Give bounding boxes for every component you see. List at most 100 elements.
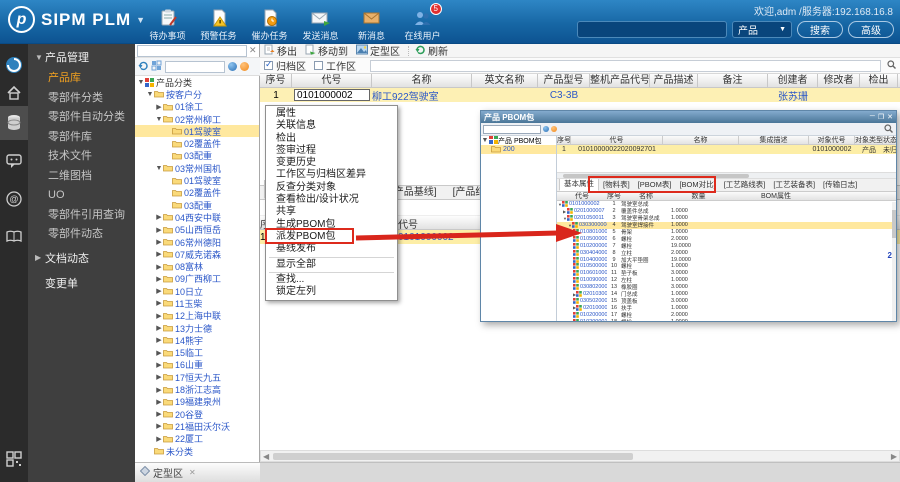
bom-row[interactable]: 01040000009加大平垫圈19.0000: [557, 256, 896, 264]
cell-model[interactable]: C3-3B: [538, 90, 590, 101]
tree-node[interactable]: ▶ 15临工: [135, 347, 259, 359]
column-header-名称[interactable]: 名称: [372, 74, 472, 87]
sidebar-item-零部件库[interactable]: 零部件库: [28, 128, 135, 148]
locate-icon[interactable]: [151, 58, 162, 76]
tree-node[interactable]: ▶ 07威克诺森: [135, 248, 259, 260]
chevron-right-icon[interactable]: ▶: [155, 103, 163, 111]
tree-node[interactable]: 01驾驶室: [135, 125, 259, 138]
bom-row[interactable]: ▼ 0303000008 4 驾驶室焊接件 1.0000: [557, 221, 896, 229]
chevron-right-icon[interactable]: ▶: [155, 213, 163, 221]
sidebar-item-UO[interactable]: UO: [28, 186, 135, 206]
bom-row[interactable]: 030502000415顶盖板3.0000: [557, 297, 896, 305]
menu-item-关联信息[interactable]: 关联信息: [266, 120, 397, 132]
advanced-search-button[interactable]: 高级: [848, 21, 894, 38]
chevron-down-icon[interactable]: ▼: [146, 91, 154, 98]
bom-row[interactable]: ▶020100000316扶手1.0000: [557, 304, 896, 312]
sidebar-group-产品管理[interactable]: ▼ 产品管理: [28, 44, 135, 69]
tree-node[interactable]: ▶ 21福田沃尔沃: [135, 420, 259, 432]
database-icon[interactable]: [0, 106, 28, 140]
popup-horizontal-scrollbar[interactable]: [557, 172, 896, 179]
scrollbar-thumb[interactable]: [563, 174, 750, 178]
column-header-整机产品代号[interactable]: 整机产品代号: [590, 74, 650, 87]
bom-column-header-序号[interactable]: 序号: [607, 192, 621, 200]
menu-item-工作区与归档区差异[interactable]: 工作区与归档区差异: [266, 169, 397, 181]
chevron-down-icon[interactable]: ▼: [155, 116, 163, 123]
minimize-icon[interactable]: ─: [870, 113, 875, 121]
column-header-英文名称[interactable]: 英文名称: [472, 74, 538, 87]
chevron-right-icon[interactable]: ▶: [155, 422, 163, 430]
scroll-left-icon[interactable]: ◀: [263, 452, 269, 461]
popup-search-input[interactable]: [483, 124, 541, 134]
tree-search-button[interactable]: [228, 62, 237, 71]
menu-item-查找...[interactable]: 查找...: [266, 274, 397, 286]
menu-item-锁定左列[interactable]: 锁定左列: [266, 286, 397, 298]
chevron-down-icon[interactable]: ▼: [137, 79, 145, 86]
tree-reset-button[interactable]: [240, 62, 249, 71]
chevron-right-icon[interactable]: ▶: [155, 349, 163, 357]
popup-column-header-集成描述[interactable]: 集成描述: [739, 136, 809, 144]
bom-row[interactable]: 010200000017螺栓2.0000: [557, 311, 896, 319]
bom-row[interactable]: ▶ 0201000007 2 覆盖件总成 1.0000: [557, 208, 896, 215]
column-header-创建者[interactable]: 创建者: [768, 74, 818, 87]
menu-item-查看检出/设计状况[interactable]: 查看检出/设计状况: [266, 194, 397, 206]
product-table-row[interactable]: 1 0101000002 柳工922驾驶室 C3-3B 张苏珊: [260, 88, 900, 103]
popup-tab-BOM对比[interactable]: [BOM对比]: [675, 178, 719, 191]
popup-column-header-对象代号[interactable]: 对象代号: [809, 136, 855, 144]
popup-vertical-scrollbar[interactable]: [892, 202, 896, 321]
menu-item-签审过程[interactable]: 签审过程: [266, 145, 397, 157]
tree-node[interactable]: 未分类: [135, 445, 259, 457]
close-icon[interactable]: ✕: [189, 468, 196, 477]
tab-finalize-zone[interactable]: 定型区 ✕: [135, 462, 260, 482]
tree-node[interactable]: ▶ 10日立: [135, 285, 259, 297]
chevron-down-icon[interactable]: ▼: [155, 165, 163, 172]
sidebar-group-文档动态[interactable]: ▶ 文档动态: [28, 245, 135, 270]
tree-node[interactable]: ▶ 12上海中联: [135, 310, 259, 322]
bom-column-header-数量[interactable]: 数量: [671, 192, 726, 200]
chevron-right-icon[interactable]: ▶: [155, 312, 163, 320]
chevron-right-icon[interactable]: ▶: [155, 250, 163, 258]
tree-node[interactable]: ▼ 03常州国机: [135, 162, 259, 174]
popup-table-row[interactable]: 1 01010000022020092701 0101000002 产品未归档: [557, 145, 896, 154]
checkbox-归档区[interactable]: [264, 59, 273, 70]
toolbar-button-定型区[interactable]: 定型区: [356, 43, 400, 58]
menu-item-反查分类对象[interactable]: 反查分类对象: [266, 182, 397, 194]
column-header-备注[interactable]: 备注: [698, 74, 768, 87]
sidebar-item-零部件自动分类[interactable]: 零部件自动分类: [28, 108, 135, 128]
tree-node[interactable]: ▶ 18浙江志高: [135, 383, 259, 395]
sidebar-item-二维图档[interactable]: 二维图档: [28, 167, 135, 187]
app-logo[interactable]: p SIPM PLM ▼: [8, 6, 145, 33]
chevron-right-icon[interactable]: ▶: [155, 299, 163, 307]
nav-item-urge-task[interactable]: 催办任务: [244, 5, 295, 42]
bom-column-header-名称[interactable]: 名称: [621, 192, 671, 200]
chevron-right-icon[interactable]: ▶: [155, 336, 163, 344]
tree-node[interactable]: ▶ 08富林: [135, 260, 259, 272]
popup-column-header-序号[interactable]: 序号: [557, 136, 571, 144]
bom-row[interactable]: 010200001018螺栓1.0000: [557, 318, 896, 321]
scrollbar-thumb[interactable]: [892, 210, 896, 238]
chat-icon[interactable]: [0, 148, 28, 174]
popup-tab-传输日志[interactable]: [传输日志]: [819, 178, 861, 191]
tree-node[interactable]: ▶ 06常州德阳: [135, 236, 259, 248]
column-header-序号[interactable]: 序号: [260, 74, 292, 87]
cell-name[interactable]: 柳工922驾驶室: [372, 88, 472, 103]
tree-node[interactable]: ▶ 17恒天九五: [135, 371, 259, 383]
menu-item-显示全部[interactable]: 显示全部: [266, 259, 397, 271]
popup-tree-node[interactable]: 200: [481, 145, 556, 154]
cell-code[interactable]: 0101000002: [292, 89, 372, 101]
bom-row[interactable]: 01020000077螺栓19.0000: [557, 242, 896, 250]
bom-row[interactable]: 010090000812左柱1.0000: [557, 277, 896, 284]
home-icon[interactable]: [0, 80, 28, 106]
scroll-right-icon[interactable]: ▶: [891, 452, 897, 461]
tree-node[interactable]: ▶ 20谷登: [135, 408, 259, 420]
menu-item-生成PBOM包[interactable]: 生成PBOM包: [266, 219, 397, 231]
menu-item-变更历史[interactable]: 变更历史: [266, 157, 397, 169]
tree-node[interactable]: 01驾驶室: [135, 174, 259, 186]
bom-row[interactable]: 01080100045骨架1.0000: [557, 229, 896, 236]
popup-column-header-状态[interactable]: 状态: [883, 136, 896, 144]
table-filter-input[interactable]: [370, 59, 881, 72]
chevron-right-icon[interactable]: ▶: [155, 435, 163, 443]
tree-node[interactable]: ▶ 16山重: [135, 359, 259, 371]
chevron-right-icon[interactable]: ▶: [155, 287, 163, 295]
global-search-input[interactable]: [577, 21, 727, 38]
chevron-right-icon[interactable]: ▶: [155, 226, 163, 234]
